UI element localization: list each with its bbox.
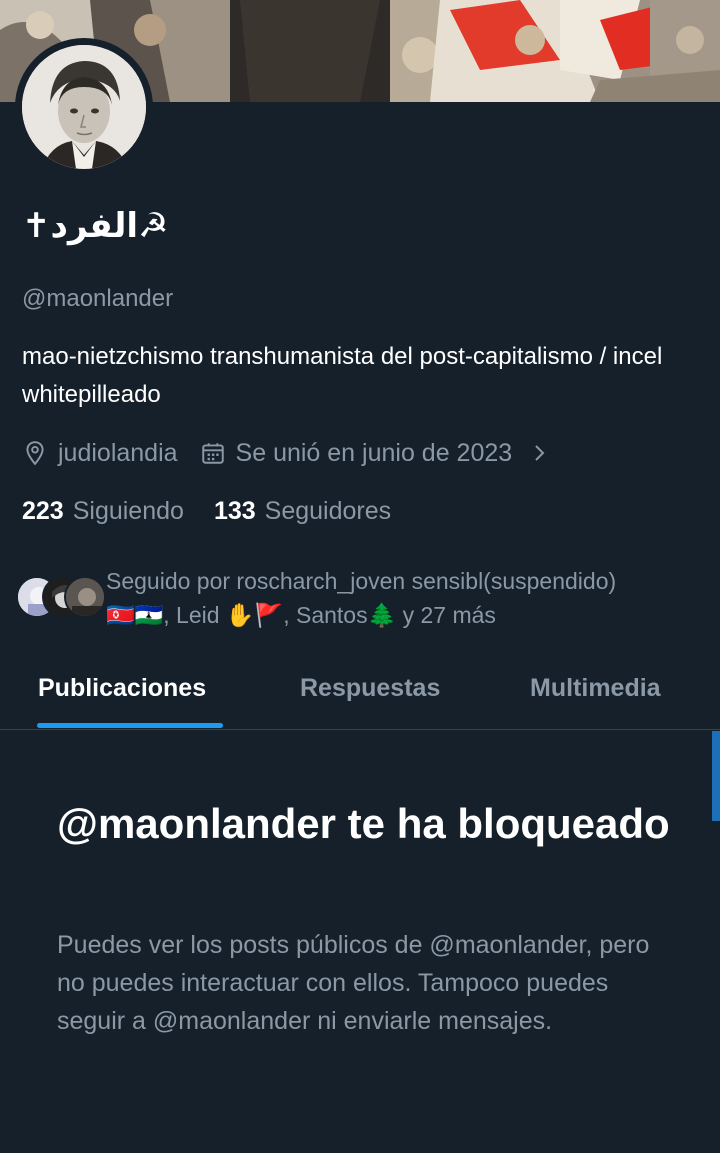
followers-link[interactable]: 133 Seguidores (214, 497, 391, 526)
tab-respuestas[interactable]: Respuestas (300, 674, 440, 703)
profile-page: ✝الفرد☭ @maonlander mao-nietzchismo tran… (0, 0, 720, 1153)
location-text: judiolandia (58, 438, 178, 467)
following-link[interactable]: 223 Siguiendo (22, 497, 184, 526)
chevron-right-icon[interactable] (530, 440, 550, 466)
profile-tabs: Publicaciones Respuestas Multimedia (0, 660, 720, 730)
following-label: Siguiendo (72, 496, 184, 525)
followed-by-text: Seguido por roscharch_joven sensibl(susp… (106, 564, 616, 632)
scrollbar[interactable] (712, 731, 720, 821)
followed-by-line-2: 🇰🇵🇱🇸, Leid ✋🚩, Santos🌲 y 27 más (106, 602, 496, 628)
location-pin-icon (22, 440, 48, 466)
follow-stats: 223 Siguiendo 133 Seguidores (22, 493, 391, 529)
blocked-description: Puedes ver los posts públicos de @maonla… (57, 931, 650, 1035)
followed-by-avatars (16, 576, 106, 618)
profile-bio: mao-nietzchismo transhumanista del post-… (22, 343, 663, 408)
followers-label: Seguidores (264, 496, 392, 525)
avatar-image (22, 45, 146, 169)
profile-meta: judiolandia Se unió en junio de 2023 (22, 435, 550, 471)
following-count: 223 (22, 496, 64, 525)
followed-by[interactable]: Seguido por roscharch_joven sensibl(susp… (16, 564, 706, 634)
blocked-title: @maonlander te ha bloqueado (57, 800, 670, 847)
calendar-icon (200, 440, 226, 466)
profile-avatar[interactable] (15, 38, 153, 176)
tab-publicaciones[interactable]: Publicaciones (38, 674, 206, 703)
followers-count: 133 (213, 496, 256, 525)
follower-avatar (64, 576, 106, 618)
tab-multimedia[interactable]: Multimedia (530, 674, 661, 703)
display-name: ✝الفرد☭ (22, 206, 169, 246)
followed-by-line-1: Seguido por roscharch_joven sensibl(susp… (106, 568, 617, 594)
joined-date: Se unió en junio de 2023 (235, 438, 513, 467)
user-handle: @maonlander (22, 285, 174, 312)
active-tab-indicator (37, 723, 223, 728)
